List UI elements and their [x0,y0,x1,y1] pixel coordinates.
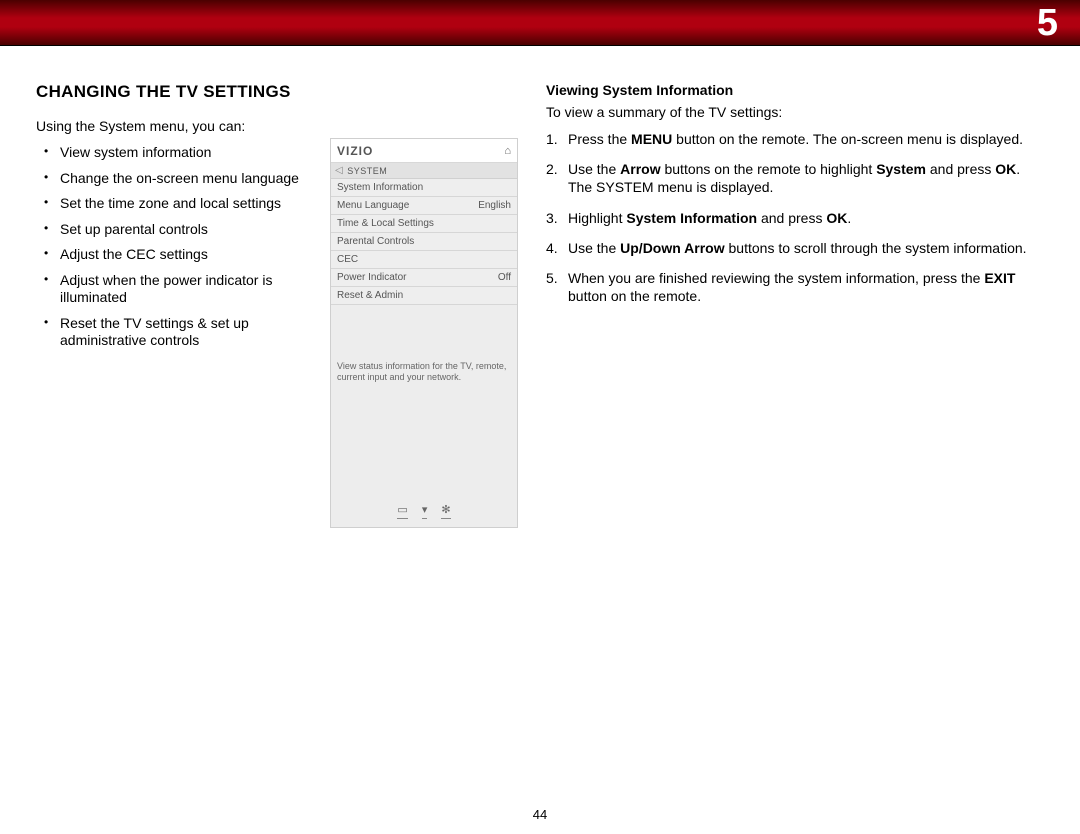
osd-row-label: Time & Local Settings [337,218,434,229]
step-text: button on the remote. The on-screen menu… [672,131,1023,147]
home-icon: ⌂ [504,145,511,157]
osd-screenshot: VIZIO ⌂ ◁ SYSTEM System Information Menu… [330,138,520,528]
step-text: Use the [568,240,620,256]
list-item: Adjust the CEC settings [60,246,328,264]
step-bold: System [876,161,926,177]
step-item: Highlight System Information and press O… [568,209,1046,227]
wide-mode-icon: ▭ [397,503,407,519]
capability-list: View system information Change the on-sc… [36,144,328,350]
osd-row-label: Parental Controls [337,236,414,247]
steps-list: Press the MENU button on the remote. The… [546,130,1046,305]
step-bold: OK [995,161,1016,177]
osd-row: Reset & Admin [331,287,517,305]
step-item: Use the Up/Down Arrow buttons to scroll … [568,239,1046,257]
list-item: Change the on-screen menu language [60,170,328,188]
list-item: Set up parental controls [60,221,328,239]
list-item: Reset the TV settings & set up administr… [60,315,328,350]
step-bold: Up/Down Arrow [620,240,724,256]
step-text: and press [757,210,826,226]
osd-row-value: Off [498,272,511,283]
v-icon: ▾ [422,503,428,519]
step-text: . [847,210,851,226]
breadcrumb-label: SYSTEM [347,166,387,176]
subsection-title: Viewing System Information [546,82,1046,98]
gear-icon: ✻ [441,503,450,519]
page-content: CHANGING THE TV SETTINGS Using the Syste… [36,82,1044,794]
step-text: and press [926,161,995,177]
section-title: CHANGING THE TV SETTINGS [36,82,328,102]
step-text: button on the remote. [568,288,701,304]
right-column: Viewing System Information To view a sum… [546,82,1046,317]
left-column: CHANGING THE TV SETTINGS Using the Syste… [36,82,328,358]
chapter-band: 5 [0,0,1080,46]
osd-breadcrumb: ◁ SYSTEM [331,163,517,179]
step-item: When you are finished reviewing the syst… [568,269,1046,305]
list-item: View system information [60,144,328,162]
osd-header: VIZIO ⌂ [331,139,517,163]
osd-footer: ▭ ▾ ✻ [331,503,517,519]
osd-row: Time & Local Settings [331,215,517,233]
osd-row: Menu Language English [331,197,517,215]
manual-page: 5 CHANGING THE TV SETTINGS Using the Sys… [0,0,1080,834]
step-text: Highlight [568,210,626,226]
step-bold: EXIT [984,270,1015,286]
list-item: Adjust when the power indicator is illum… [60,272,328,307]
step-bold: Arrow [620,161,660,177]
osd-row: System Information [331,179,517,197]
step-bold: OK [826,210,847,226]
osd-row-label: Power Indicator [337,272,406,283]
step-bold: MENU [631,131,672,147]
osd-row: Power Indicator Off [331,269,517,287]
step-text: When you are finished reviewing the syst… [568,270,984,286]
page-number: 44 [0,807,1080,822]
osd-row: Parental Controls [331,233,517,251]
step-text: buttons to scroll through the system inf… [725,240,1027,256]
osd-row: CEC [331,251,517,269]
list-item: Set the time zone and local settings [60,195,328,213]
osd-menu-rows: System Information Menu LanguageEnglish … [331,179,517,305]
osd-row-label: Menu Language [337,200,409,211]
chapter-number: 5 [1037,0,1058,46]
osd-row-label: CEC [337,254,358,265]
step-bold: System Information [626,210,757,226]
subsection-lead: To view a summary of the TV settings: [546,104,1046,120]
osd-row-label: Reset & Admin [337,290,403,301]
osd-help-text: View status information for the TV, remo… [337,361,511,383]
step-item: Use the Arrow buttons on the remote to h… [568,160,1046,196]
back-icon: ◁ [335,165,343,176]
step-text: Press the [568,131,631,147]
intro-text: Using the System menu, you can: [36,118,328,134]
step-item: Press the MENU button on the remote. The… [568,130,1046,148]
step-text: Use the [568,161,620,177]
step-text: buttons on the remote to highlight [661,161,877,177]
osd-row-label: System Information [337,182,423,193]
osd-row-value: English [478,200,511,211]
osd-panel: VIZIO ⌂ ◁ SYSTEM System Information Menu… [330,138,518,528]
brand-logo: VIZIO [337,144,373,158]
